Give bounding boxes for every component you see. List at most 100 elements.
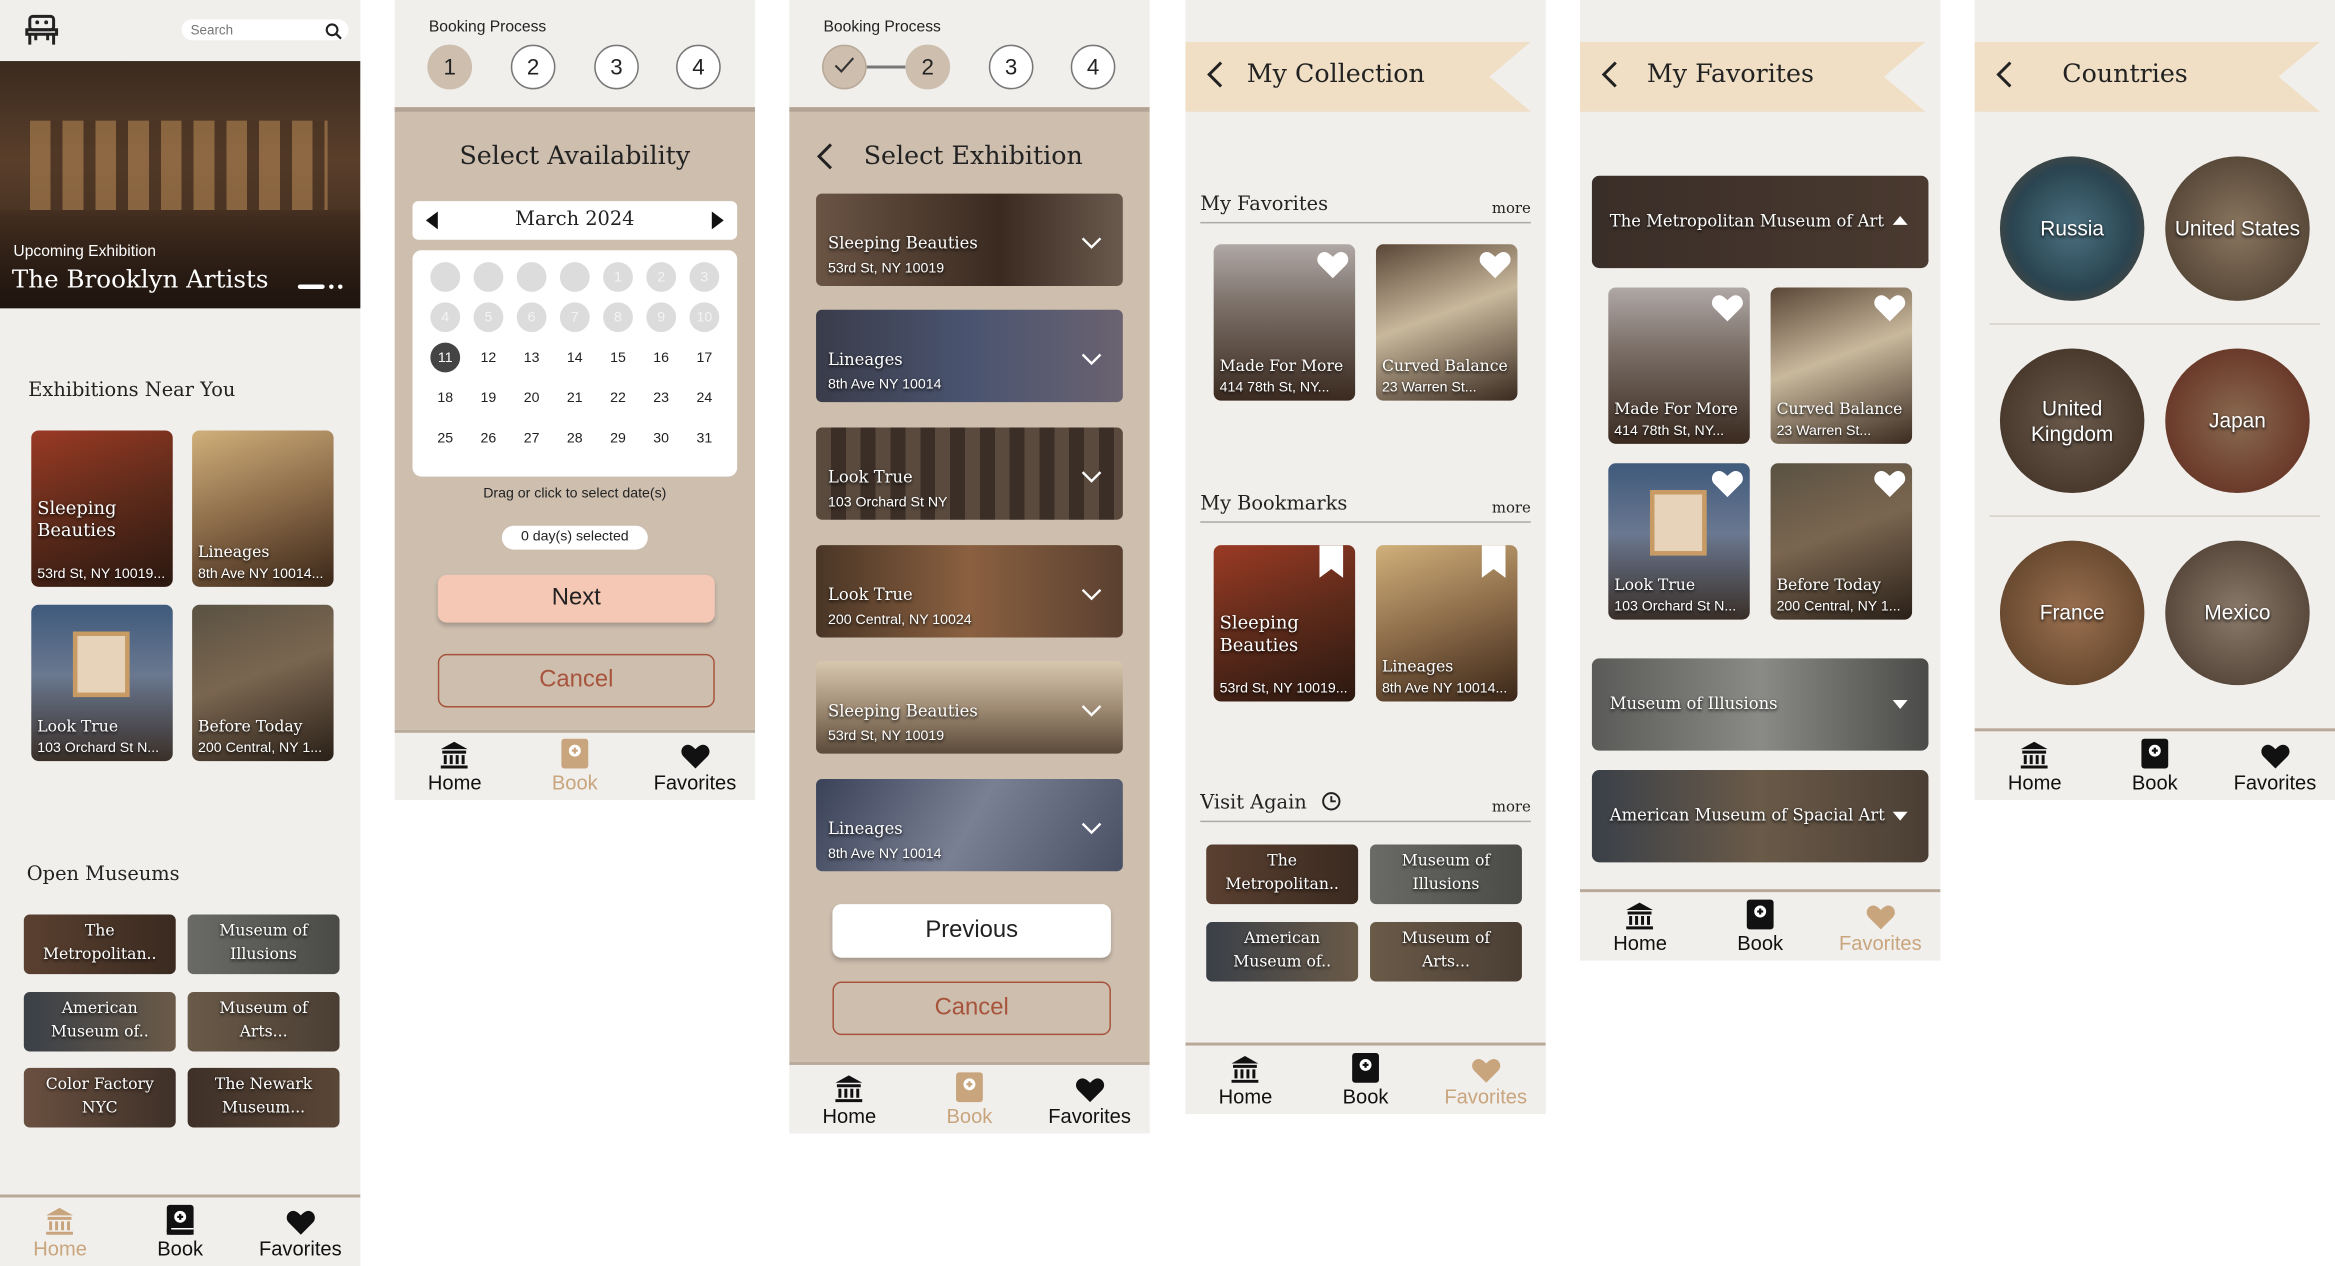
exhibition-option[interactable]: Lineages 8th Ave NY 10014 [816,778,1123,872]
calendar-day[interactable]: 5 [473,302,504,333]
search-box[interactable] [181,19,349,41]
previous-button[interactable]: Previous [832,904,1111,958]
museum-chip[interactable]: American Museum of.. [1206,921,1359,982]
calendar-day[interactable]: 22 [603,383,633,413]
tab-home[interactable]: Home [1580,892,1700,961]
calendar-day[interactable]: 3 [689,262,720,292]
calendar-day[interactable]: 26 [474,423,504,453]
tab-favorites[interactable]: Favorites [635,733,755,800]
favorite-card[interactable]: Before Today 200 Central, NY 1... [1770,463,1913,620]
back-chevron-icon[interactable] [816,141,834,178]
tab-book[interactable]: Book [120,1197,240,1266]
museum-group-expanded[interactable]: The Metropolitan Museum of Art [1591,175,1929,269]
tab-favorites[interactable]: Favorites [1820,892,1940,961]
tab-home[interactable]: Home [0,1197,120,1266]
calendar-day[interactable]: 13 [517,343,547,373]
tab-favorites[interactable]: Favorites [1426,1046,1546,1115]
tab-book[interactable]: Book [1306,1046,1426,1115]
caret-down-icon[interactable] [1892,700,1908,709]
exhibition-option[interactable]: Sleeping Beauties 53rd St, NY 10019 [816,193,1123,286]
heart-icon[interactable] [1711,469,1744,506]
bookmark-icon[interactable] [1481,545,1506,585]
tab-home[interactable]: Home [789,1065,909,1134]
step-2[interactable]: 2 [905,44,951,90]
tab-home[interactable]: Home [395,733,515,800]
caret-down-icon[interactable] [1892,811,1908,821]
country-russia[interactable]: Russia [1999,156,2145,301]
museum-chip[interactable]: Museum of Arts... [1370,921,1522,982]
more-link[interactable]: more [1492,201,1531,217]
country-mexico[interactable]: Mexico [2165,540,2310,686]
more-link[interactable]: more [1492,500,1531,516]
museum-chip[interactable]: Museum of Illusions [187,914,340,975]
museum-chip[interactable]: Color Factory NYC [23,1067,176,1128]
country-france[interactable]: France [1999,540,2145,686]
calendar-day[interactable]: 17 [689,343,719,373]
step-3[interactable]: 3 [988,44,1034,90]
museum-chip[interactable]: Museum of Arts... [187,991,340,1052]
calendar-day[interactable]: 2 [646,262,677,292]
calendar-day[interactable]: 30 [646,423,676,453]
country-japan[interactable]: Japan [2165,348,2310,493]
step-4[interactable]: 4 [1070,44,1116,90]
chevron-down-icon[interactable] [1081,231,1102,258]
step-3[interactable]: 3 [594,44,639,90]
step-1-done[interactable] [822,44,867,90]
museum-group-collapsed[interactable]: American Museum of Spacial Art [1591,770,1929,863]
exhibition-option[interactable]: Lineages 8th Ave NY 10014 [816,309,1123,403]
caret-up-icon[interactable] [1892,215,1908,225]
country-united-states[interactable]: United States [2165,156,2310,301]
heart-icon[interactable] [1873,293,1906,330]
calendar-day[interactable]: 25 [430,423,460,453]
tab-favorites[interactable]: Favorites [2215,731,2335,800]
museum-chip[interactable]: The Metropolitan.. [1206,844,1359,905]
step-1[interactable]: 1 [427,44,473,90]
tab-book[interactable]: Book [2095,731,2215,800]
cancel-button[interactable]: Cancel [437,653,715,708]
museum-chip[interactable]: American Museum of.. [23,991,176,1052]
calendar-day[interactable]: 7 [559,302,590,333]
calendar-day[interactable]: 14 [560,343,590,373]
calendar-day[interactable]: 27 [517,423,547,453]
near-card[interactable]: Before Today 200 Central, NY 1... [192,604,334,762]
calendar-day[interactable]: 11 [430,342,461,373]
calendar-day[interactable]: 1 [603,262,633,292]
calendar-day[interactable]: 24 [689,383,719,413]
chevron-down-icon[interactable] [1081,465,1102,492]
near-card[interactable]: Look True 103 Orchard St N... [31,604,173,762]
heart-icon[interactable] [1873,469,1906,506]
country-united-kingdom[interactable]: United Kingdom [1999,348,2145,493]
museum-chip[interactable]: Museum of Illusions [1370,844,1522,905]
tab-book[interactable]: Book [909,1065,1029,1134]
calendar-day[interactable]: 18 [430,383,460,413]
calendar-day[interactable]: 20 [517,383,547,413]
tab-favorites[interactable]: Favorites [1030,1065,1150,1134]
calendar-day[interactable]: 9 [646,302,677,333]
calendar-day[interactable]: 28 [560,423,590,453]
bookmark-icon[interactable] [1319,545,1344,585]
calendar-day[interactable]: 16 [646,343,676,373]
calendar-day[interactable]: 15 [603,343,633,373]
calendar-day[interactable]: 6 [516,302,547,333]
step-2[interactable]: 2 [510,44,556,90]
tab-home[interactable]: Home [1975,731,2095,800]
favorite-card[interactable]: Curved Balance 23 Warren St... [1375,244,1518,401]
museum-group-collapsed[interactable]: Museum of Illusions [1591,658,1929,751]
calendar-day[interactable]: 8 [603,302,633,333]
step-4[interactable]: 4 [676,44,721,90]
chevron-down-icon[interactable] [1081,347,1102,374]
more-link[interactable]: more [1492,800,1531,816]
search-icon[interactable] [325,21,343,48]
favorite-card[interactable]: Made For More 414 78th St, NY... [1608,287,1750,444]
heart-icon[interactable] [1479,250,1512,287]
bookmark-card[interactable]: Lineages 8th Ave NY 10014... [1375,545,1518,702]
favorite-card[interactable]: Made For More 414 78th St, NY... [1213,244,1356,401]
chevron-down-icon[interactable] [1081,816,1102,843]
tab-home[interactable]: Home [1185,1046,1305,1115]
tab-book[interactable]: Book [515,733,635,800]
exhibition-option[interactable]: Sleeping Beauties 53rd St, NY 10019 [816,661,1123,754]
hero-banner[interactable]: Upcoming Exhibition The Brooklyn Artists [0,61,361,309]
cancel-button[interactable]: Cancel [832,981,1111,1036]
calendar-day[interactable]: 10 [689,302,720,333]
calendar-day[interactable]: 19 [474,383,504,413]
